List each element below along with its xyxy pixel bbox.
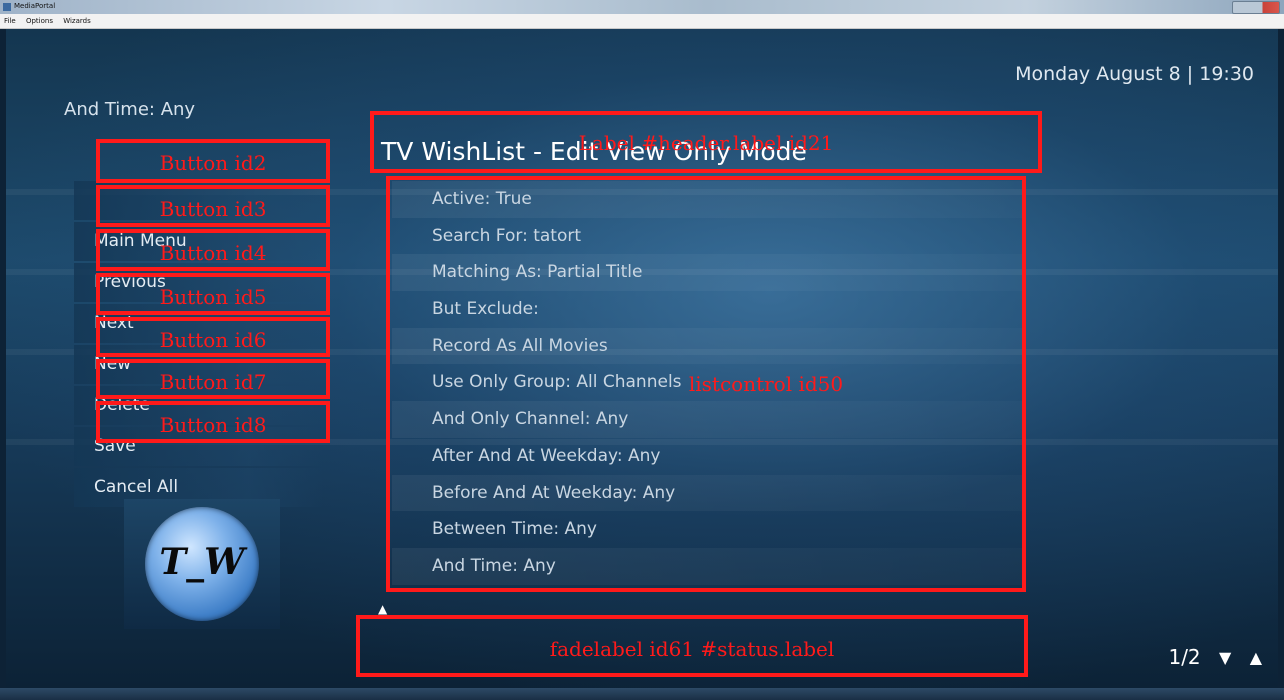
button-overlay-label: Button id7: [159, 370, 267, 394]
button-overlay-label: Button id5: [159, 285, 267, 309]
button-overlay-box: Button id5: [96, 273, 330, 315]
list-overlay-label: listcontrol id50: [688, 372, 844, 396]
button-overlay-label: Button id3: [159, 197, 267, 221]
clock-label: Monday August 8 | 19:30: [1015, 63, 1254, 85]
tvwishlist-logo: T_W: [124, 499, 280, 629]
button-overlay-label: Button id6: [159, 328, 267, 352]
mouse-pointer-icon: ▲: [378, 602, 388, 616]
page-down-icon[interactable]: ▼: [1219, 648, 1231, 667]
page-indicator: 1/2 ▼ ▲: [1168, 645, 1262, 669]
menu-wizards[interactable]: Wizards: [59, 14, 95, 28]
page-number: 1/2: [1168, 645, 1201, 669]
window-title: MediaPortal: [14, 2, 56, 10]
button-overlay-label: Button id8: [159, 413, 267, 437]
page-up-icon[interactable]: ▲: [1250, 648, 1262, 667]
status-overlay-label: fadelabel id61 #status.label: [549, 637, 835, 661]
button-overlay-box: Button id6: [96, 317, 330, 357]
menu-bar: File Options Wizards: [0, 14, 1284, 29]
window-titlebar: MediaPortal: [0, 0, 1284, 14]
selected-item-hint: And Time: Any: [64, 99, 196, 120]
header-overlay-box: Label #header.label id21: [370, 111, 1042, 173]
logo-text: T_W: [159, 541, 245, 583]
status-overlay-box: fadelabel id61 #status.label: [356, 615, 1028, 677]
app-icon: [3, 3, 11, 11]
list-overlay-box: listcontrol id50: [386, 176, 1026, 592]
header-overlay-label: Label #header.label id21: [578, 131, 834, 155]
window-controls[interactable]: [1232, 1, 1280, 14]
button-overlay-box: Button id4: [96, 229, 330, 271]
button-overlay-box: Button id7: [96, 359, 330, 399]
button-overlay-label: Button id4: [159, 241, 267, 265]
logo-circle: T_W: [145, 507, 259, 621]
button-overlay-box: Button id2: [96, 139, 330, 183]
button-overlay-box: Button id3: [96, 185, 330, 227]
button-overlay-label: Button id2: [159, 151, 267, 175]
taskbar: [0, 688, 1284, 700]
menu-options[interactable]: Options: [22, 14, 57, 28]
menu-file[interactable]: File: [0, 14, 20, 28]
button-overlay-box: Button id8: [96, 401, 330, 443]
